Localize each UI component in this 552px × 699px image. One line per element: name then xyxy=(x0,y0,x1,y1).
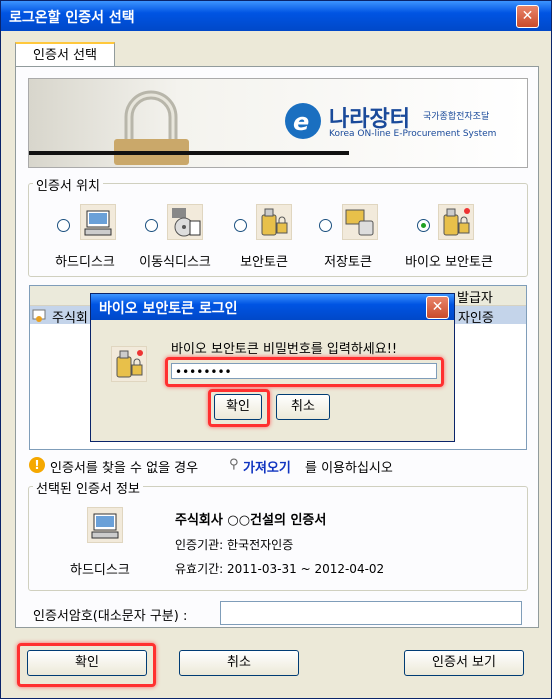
label-storage-token: 저장토큰 xyxy=(324,255,372,270)
removable-disk-icon xyxy=(167,204,203,240)
dialog-ok-button[interactable]: 확인 xyxy=(214,394,262,420)
logo-english: Korea ON-line E-Procurement System xyxy=(329,129,497,139)
dialog-title: 바이오 보안토큰 로그인 xyxy=(99,301,238,317)
storage-token-icon xyxy=(342,204,378,240)
certificate-password-input[interactable] xyxy=(220,601,522,625)
selected-certificate-name: 주식회사 ○○건설의 인증서 xyxy=(175,513,327,528)
radio-security-token[interactable] xyxy=(234,219,247,232)
title-bar: 로그온할 인증서 선택 ✕ xyxy=(1,1,551,31)
import-link[interactable]: 가져오기 xyxy=(243,457,291,476)
radio-harddisk[interactable] xyxy=(57,219,70,232)
label-removable-disk: 이동식디스크 xyxy=(139,255,211,270)
column-header-issuer: 발급자 xyxy=(457,291,493,306)
selected-validity: 유효기간: 2011-03-31 ~ 2012-04-02 xyxy=(175,562,385,576)
narajangteo-logo-icon: e xyxy=(285,103,321,139)
bio-token-password-input[interactable]: •••••••• xyxy=(171,363,437,379)
row-issuer: 자인증 xyxy=(458,311,494,326)
ok-button[interactable]: 확인 xyxy=(27,650,147,676)
location-group-title: 인증서 위치 xyxy=(33,175,103,194)
dialog-close-button[interactable]: ✕ xyxy=(426,296,449,319)
radio-bio-security-token[interactable] xyxy=(417,219,430,232)
label-bio-security-token: 바이오 보안토큰 xyxy=(405,255,493,270)
view-certificate-button[interactable]: 인증서 보기 xyxy=(404,650,524,676)
selected-location-label: 하드디스크 xyxy=(70,563,130,578)
label-harddisk: 하드디스크 xyxy=(55,255,115,270)
radio-storage-token[interactable] xyxy=(319,219,332,232)
selected-group-title: 선택된 인증서 정보 xyxy=(33,478,143,497)
window-title: 로그온할 인증서 선택 xyxy=(9,10,135,26)
warning-icon: ! xyxy=(29,457,45,473)
row-name: 주식회 xyxy=(52,311,88,326)
notice-text: 인증서를 찾을 수 없을 경우 xyxy=(50,461,199,476)
harddisk-icon xyxy=(87,507,123,543)
logo-sub: 국가종합전자조달 xyxy=(423,112,490,122)
security-token-icon xyxy=(256,204,292,240)
dialog-title-bar: 바이오 보안토큰 로그인 ✕ xyxy=(91,294,454,320)
label-security-token: 보안토큰 xyxy=(240,255,288,270)
padlock-icon xyxy=(29,90,349,165)
selected-issuer: 인증기관: 한국전자인증 xyxy=(175,538,294,552)
certificate-icon xyxy=(32,309,46,322)
dialog-cancel-button[interactable]: 취소 xyxy=(276,394,330,420)
magnifier-icon: ⚲ xyxy=(229,457,239,472)
dialog-prompt: 바이오 보안토큰 비밀번호를 입력하세요!! xyxy=(171,342,398,357)
password-label: 인증서암호(대소문자 구분) : xyxy=(33,609,188,624)
certificate-window: 로그온할 인증서 선택 ✕ 인증서 선택 e 나라장터 국가종합전자조달 Kor… xyxy=(0,0,552,699)
close-button[interactable]: ✕ xyxy=(516,5,539,28)
banner: e 나라장터 국가종합전자조달 Korea ON-line E-Procurem… xyxy=(28,78,528,168)
harddisk-icon xyxy=(80,204,116,240)
tab-certificate-select[interactable]: 인증서 선택 xyxy=(15,42,115,68)
svg-text:e: e xyxy=(293,108,309,136)
bio-token-login-dialog: 바이오 보안토큰 로그인 ✕ 바이오 보안토큰 비밀번호를 입력하세요!! ••… xyxy=(90,293,455,442)
notice-text-after: 를 이용하십시오 xyxy=(305,461,393,476)
bio-security-token-icon xyxy=(111,346,147,382)
bio-security-token-icon xyxy=(438,204,474,240)
cancel-button[interactable]: 취소 xyxy=(179,650,299,676)
radio-removable-disk[interactable] xyxy=(145,219,158,232)
